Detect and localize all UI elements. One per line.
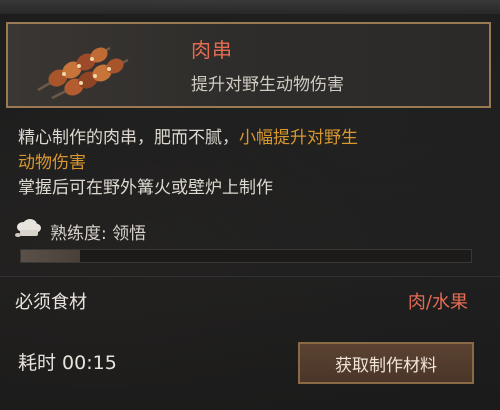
- top-strip: [0, 0, 500, 14]
- chef-hat-icon: [14, 218, 42, 244]
- item-card: 肉串 提升对野生动物伤害: [6, 22, 491, 108]
- ingredients-value: 肉/水果: [407, 292, 468, 313]
- mastery-row: 熟练度: 领悟: [14, 217, 146, 245]
- ingredient-row: 必须食材 肉/水果: [0, 284, 500, 320]
- mastery-progress-fill: [21, 250, 80, 262]
- description-line-3: 掌握后可在野外篝火或壁炉上制作: [18, 178, 273, 198]
- description-highlight: 小幅提升对野生: [239, 128, 358, 148]
- mastery-progress-bar: [20, 249, 472, 263]
- description-highlight-cont: 动物伤害: [18, 153, 86, 173]
- item-description: 精心制作的肉串，肥而不腻，小幅提升对野生 动物伤害 掌握后可在野外篝火或壁炉上制…: [18, 126, 488, 201]
- get-materials-button[interactable]: 获取制作材料: [298, 342, 474, 384]
- meat-skewer-icon: [20, 30, 150, 102]
- description-text: 精心制作的肉串，肥而不腻，: [18, 128, 239, 148]
- divider: [0, 276, 500, 277]
- mastery-label: 熟练度: 领悟: [50, 223, 147, 244]
- ingredients-label: 必须食材: [15, 292, 87, 313]
- craft-time: 耗时 00:15: [18, 352, 117, 374]
- item-name: 肉串: [191, 38, 233, 62]
- description-line-1: 精心制作的肉串，肥而不腻，小幅提升对野生: [18, 126, 488, 151]
- description-line-2: 动物伤害: [18, 151, 488, 176]
- item-subtitle: 提升对野生动物伤害: [191, 75, 344, 95]
